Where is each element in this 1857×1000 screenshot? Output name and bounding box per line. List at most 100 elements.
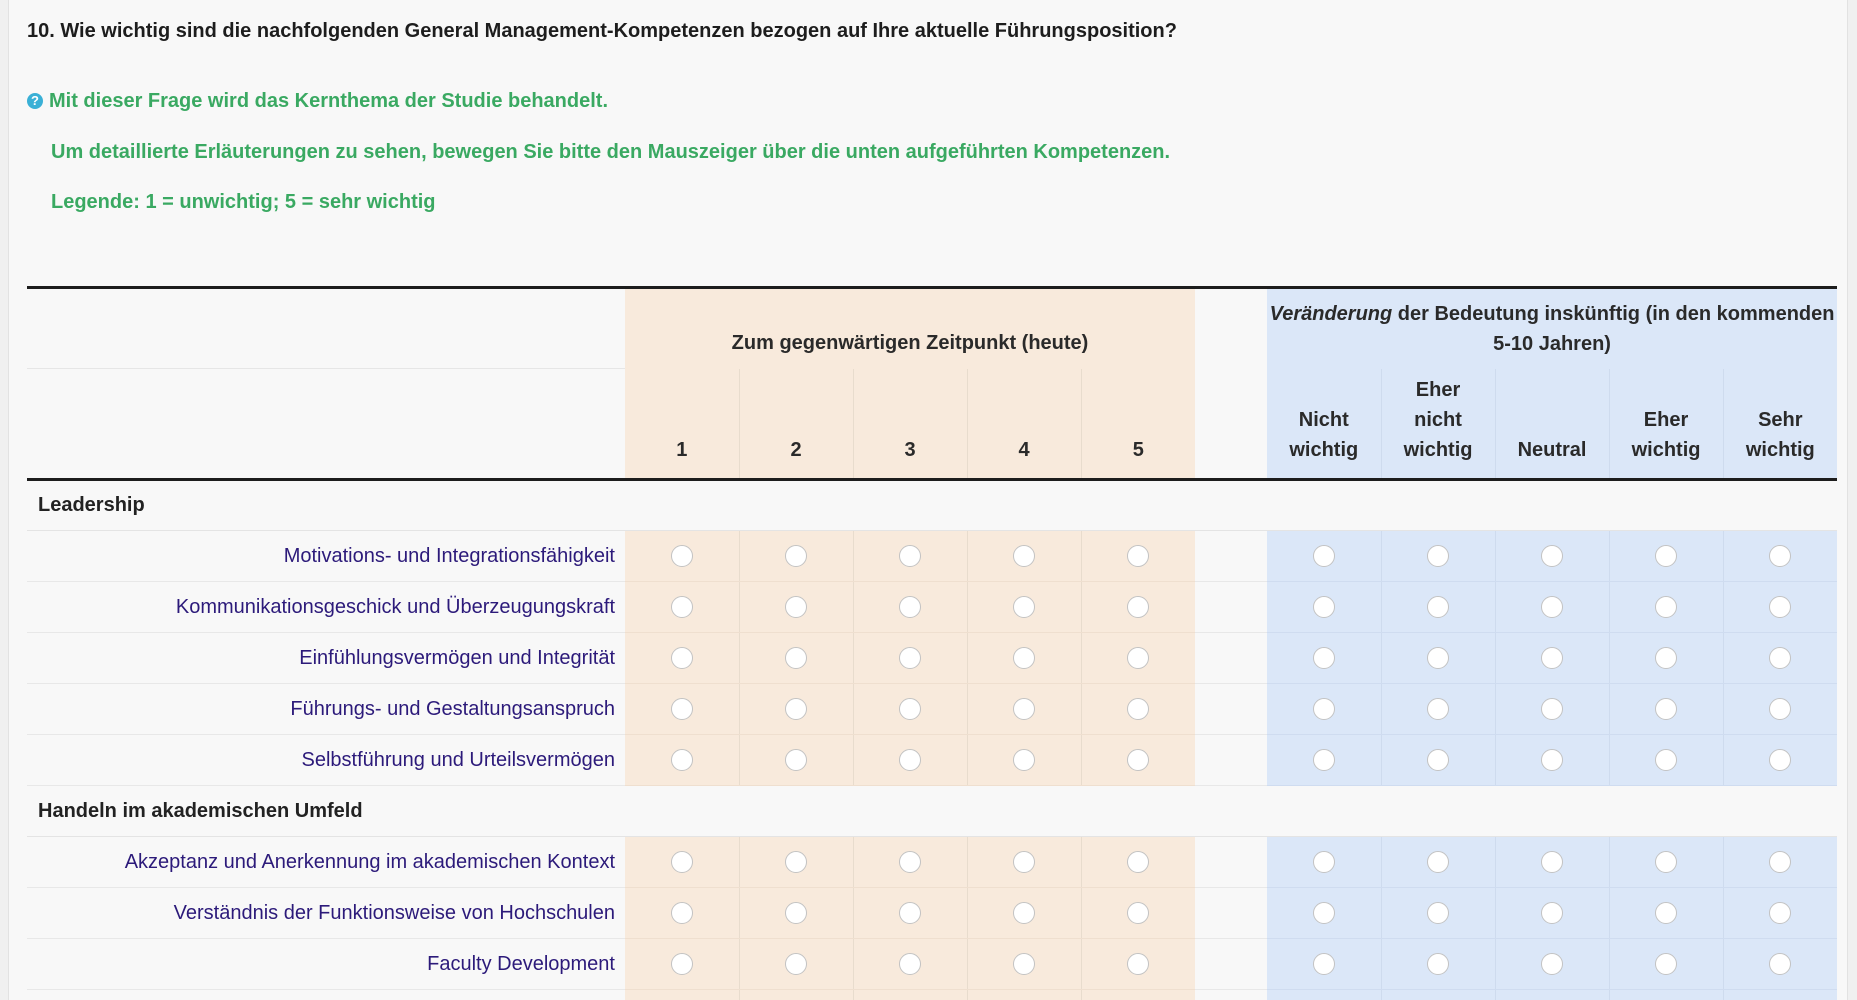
current-rating-radio[interactable] (899, 698, 921, 720)
competency-label[interactable]: Akzeptanz und Anerkennung im akademische… (27, 836, 625, 888)
future-rating-radio[interactable] (1655, 596, 1678, 618)
current-rating-radio[interactable] (785, 851, 807, 873)
future-rating-radio[interactable] (1541, 698, 1564, 720)
current-rating-radio[interactable] (899, 545, 921, 567)
competency-label[interactable]: Motivations- und Integrationsfähigkeit (27, 530, 625, 582)
current-rating-radio[interactable] (899, 902, 921, 924)
current-rating-cell (625, 734, 739, 786)
future-rating-radio[interactable] (1769, 953, 1792, 975)
future-rating-radio[interactable] (1769, 698, 1792, 720)
future-rating-radio[interactable] (1312, 902, 1335, 924)
future-rating-radio[interactable] (1427, 902, 1450, 924)
future-rating-radio[interactable] (1427, 545, 1450, 567)
current-rating-radio[interactable] (1013, 545, 1035, 567)
competency-label[interactable] (27, 989, 625, 1000)
current-rating-radio[interactable] (1127, 596, 1150, 618)
future-rating-radio[interactable] (1312, 851, 1335, 873)
future-rating-radio[interactable] (1769, 851, 1792, 873)
future-rating-radio[interactable] (1541, 596, 1564, 618)
future-rating-radio[interactable] (1769, 647, 1792, 669)
future-rating-radio[interactable] (1541, 749, 1564, 771)
current-rating-radio[interactable] (1127, 545, 1150, 567)
future-scale-word: wichtig (1631, 439, 1701, 461)
future-rating-radio[interactable] (1541, 953, 1564, 975)
current-rating-radio[interactable] (670, 698, 693, 720)
future-rating-radio[interactable] (1655, 953, 1678, 975)
current-rating-radio[interactable] (1013, 749, 1035, 771)
competency-label[interactable]: Kommunikationsgeschick und Überzeugungsk… (27, 581, 625, 633)
current-rating-radio[interactable] (785, 953, 807, 975)
current-rating-radio[interactable] (1127, 902, 1150, 924)
current-rating-radio[interactable] (899, 851, 921, 873)
current-rating-radio[interactable] (1127, 851, 1150, 873)
current-rating-radio[interactable] (785, 545, 807, 567)
current-rating-radio[interactable] (670, 749, 693, 771)
future-rating-radio[interactable] (1541, 545, 1564, 567)
current-rating-cell (1080, 836, 1196, 888)
current-rating-radio[interactable] (1013, 698, 1035, 720)
current-rating-radio[interactable] (785, 698, 807, 720)
current-rating-radio[interactable] (1013, 596, 1035, 618)
future-rating-radio[interactable] (1655, 698, 1678, 720)
question-title: 10. Wie wichtig sind die nachfolgenden G… (27, 20, 1177, 42)
current-rating-radio[interactable] (785, 902, 807, 924)
current-rating-radio[interactable] (1127, 749, 1150, 771)
future-rating-radio[interactable] (1769, 596, 1792, 618)
future-rating-radio[interactable] (1312, 698, 1335, 720)
future-rating-radio[interactable] (1312, 545, 1335, 567)
competency-label[interactable]: Verständnis der Funktionsweise von Hochs… (27, 887, 625, 939)
future-rating-cell (1267, 581, 1382, 633)
future-header-text: der Bedeutung inskünftig (in den kommend… (1392, 302, 1835, 355)
future-rating-radio[interactable] (1655, 647, 1678, 669)
current-rating-radio[interactable] (785, 647, 807, 669)
future-rating-radio[interactable] (1769, 545, 1792, 567)
current-rating-radio[interactable] (1127, 698, 1150, 720)
future-rating-radio[interactable] (1427, 749, 1450, 771)
future-rating-radio[interactable] (1655, 749, 1678, 771)
future-rating-radio[interactable] (1769, 902, 1792, 924)
current-rating-radio[interactable] (1127, 953, 1150, 975)
current-rating-radio[interactable] (1013, 953, 1035, 975)
future-rating-radio[interactable] (1312, 647, 1335, 669)
future-rating-radio[interactable] (1312, 749, 1335, 771)
future-rating-radio[interactable] (1655, 851, 1678, 873)
future-rating-radio[interactable] (1427, 851, 1450, 873)
future-rating-radio[interactable] (1541, 851, 1564, 873)
current-rating-radio[interactable] (670, 647, 693, 669)
current-rating-radio[interactable] (670, 545, 693, 567)
future-rating-radio[interactable] (1427, 953, 1450, 975)
current-rating-radio[interactable] (899, 647, 921, 669)
future-rating-radio[interactable] (1655, 902, 1678, 924)
future-rating-cell (1494, 530, 1610, 582)
competency-label[interactable]: Führungs- und Gestaltungsanspruch (27, 683, 625, 735)
current-rating-radio[interactable] (670, 953, 693, 975)
competency-label[interactable]: Selbstführung und Urteilsvermögen (27, 734, 625, 786)
future-rating-radio[interactable] (1427, 647, 1450, 669)
current-rating-radio[interactable] (1013, 851, 1035, 873)
current-rating-radio[interactable] (1013, 647, 1035, 669)
competency-label[interactable]: Einfühlungsvermögen und Integrität (27, 632, 625, 684)
future-rating-cell (1494, 683, 1610, 735)
future-rating-radio[interactable] (1312, 953, 1335, 975)
current-rating-radio[interactable] (1127, 647, 1150, 669)
future-rating-radio[interactable] (1769, 749, 1792, 771)
current-rating-radio[interactable] (899, 596, 921, 618)
future-rating-radio[interactable] (1312, 596, 1335, 618)
help-icon[interactable]: ? (27, 93, 43, 109)
future-rating-radio[interactable] (1427, 698, 1450, 720)
future-rating-radio[interactable] (1541, 902, 1564, 924)
current-rating-radio[interactable] (899, 953, 921, 975)
current-rating-radio[interactable] (670, 902, 693, 924)
current-rating-radio[interactable] (785, 596, 807, 618)
future-rating-radio[interactable] (1655, 545, 1678, 567)
future-rating-radio[interactable] (1541, 647, 1564, 669)
competency-label[interactable]: Faculty Development (27, 938, 625, 990)
current-rating-radio[interactable] (670, 851, 693, 873)
current-rating-radio[interactable] (899, 749, 921, 771)
current-rating-radio[interactable] (785, 749, 807, 771)
current-period-header: Zum gegenwärtigen Zeitpunkt (heute) (625, 287, 1196, 369)
current-rating-cell (1080, 632, 1196, 684)
current-rating-radio[interactable] (1013, 902, 1035, 924)
current-rating-radio[interactable] (670, 596, 693, 618)
future-rating-radio[interactable] (1427, 596, 1450, 618)
